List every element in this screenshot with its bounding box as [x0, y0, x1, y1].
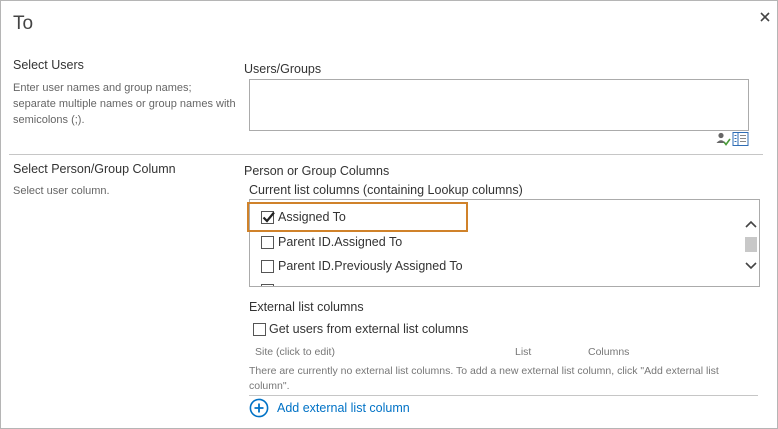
dialog-title: To: [13, 13, 34, 34]
users-groups-input[interactable]: [249, 79, 749, 131]
list-item-parent-id-previously-assigned-to[interactable]: Parent ID.Previously Assigned To: [261, 257, 463, 275]
current-list-columns-label: Current list columns (containing Lookup …: [249, 183, 523, 197]
external-checkbox-label: Get users from external list columns: [269, 322, 469, 336]
listbox-scrollbar[interactable]: [743, 200, 759, 286]
checkbox-checked-icon[interactable]: [261, 210, 275, 224]
col-header-site: Site (click to edit): [255, 346, 335, 358]
list-item-parent-id-assigned-to[interactable]: Parent ID.Assigned To: [261, 233, 402, 251]
list-item-label: Parent ID.Assigned To: [278, 235, 403, 249]
external-columns-note: There are currently no external list col…: [249, 365, 719, 392]
checkbox-icon[interactable]: [261, 283, 274, 286]
col-header-list: List: [515, 346, 532, 358]
current-columns-listbox[interactable]: Assigned To Parent ID.Assigned To Parent…: [249, 199, 760, 287]
dialog: To Select Users Enter user names and gro…: [0, 0, 778, 429]
person-group-columns-label: Person or Group Columns: [244, 164, 390, 178]
select-users-heading: Select Users: [13, 58, 84, 72]
external-list-columns-label: External list columns: [249, 300, 364, 314]
external-columns-option[interactable]: Get users from external list columns: [253, 321, 468, 337]
address-book-icon[interactable]: [732, 131, 749, 147]
checkbox-icon[interactable]: [261, 235, 274, 249]
person-group-description: Select user column.: [13, 185, 110, 197]
list-item-label: Parent ID.Previously Assigned To: [278, 259, 463, 273]
person-group-heading: Select Person/Group Column: [13, 162, 176, 176]
col-header-columns: Columns: [588, 346, 630, 358]
add-external-list-column-link[interactable]: Add external list column: [249, 398, 410, 418]
list-item-partial[interactable]: [261, 281, 278, 286]
plus-circle-icon: [249, 398, 269, 418]
list-item-label: Assigned To: [278, 210, 346, 224]
section-divider: [9, 154, 763, 155]
checkbox-icon[interactable]: [261, 259, 274, 273]
select-users-description: Enter user names and group names; separa…: [13, 82, 236, 126]
list-item-assigned-to[interactable]: Assigned To: [261, 208, 346, 226]
scroll-up-icon[interactable]: [745, 216, 757, 234]
scrollbar-thumb[interactable]: [745, 237, 757, 252]
scroll-down-icon[interactable]: [745, 258, 757, 276]
check-names-icon[interactable]: [715, 131, 731, 147]
checkbox-icon[interactable]: [253, 322, 266, 336]
add-external-list-column-label: Add external list column: [277, 401, 410, 415]
close-icon[interactable]: [757, 9, 773, 25]
users-groups-label: Users/Groups: [244, 62, 322, 76]
external-divider: [249, 395, 758, 396]
